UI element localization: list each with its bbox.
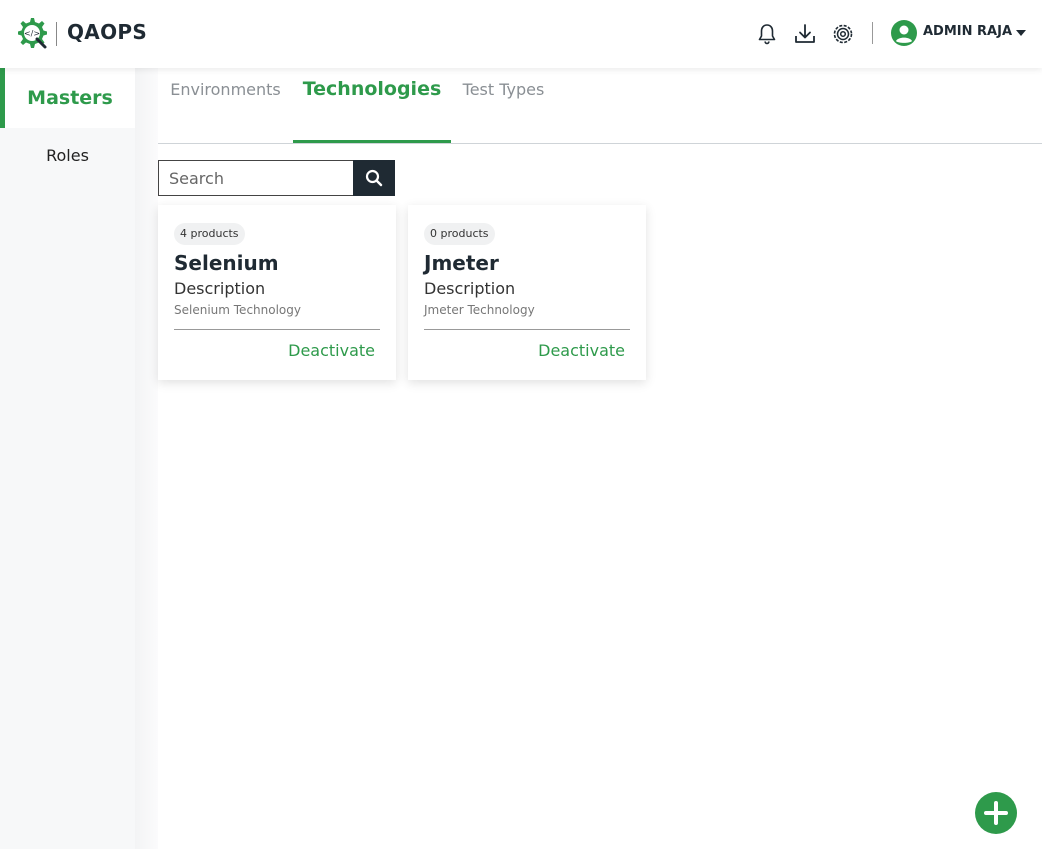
- card-title: Selenium: [174, 251, 279, 275]
- sidebar-shadow: [135, 68, 158, 849]
- user-circle-icon[interactable]: [891, 20, 917, 46]
- sidebar: [0, 68, 135, 849]
- svg-text:</>: </>: [24, 29, 40, 38]
- card-divider: [424, 329, 630, 330]
- sidebar-item-masters[interactable]: Masters: [0, 68, 135, 128]
- plus-icon: [984, 801, 1008, 825]
- chevron-down-icon[interactable]: [1016, 30, 1026, 36]
- sidebar-item-roles[interactable]: Roles: [0, 128, 135, 183]
- tab-label: Environments: [170, 80, 281, 99]
- card-title: Jmeter: [424, 251, 499, 275]
- search-icon: [365, 169, 383, 187]
- tab-technologies[interactable]: Technologies: [293, 68, 451, 143]
- tab-environments[interactable]: Environments: [158, 68, 293, 143]
- add-technology-button[interactable]: [975, 792, 1017, 834]
- sidebar-item-label: Masters: [27, 87, 113, 109]
- top-bar: </> QAOPS ADMIN RAJA: [0, 0, 1042, 68]
- deactivate-button[interactable]: Deactivate: [288, 341, 375, 360]
- bell-icon[interactable]: [755, 22, 779, 46]
- brand-name[interactable]: QAOPS: [67, 20, 147, 44]
- products-count-badge: 4 products: [174, 223, 245, 245]
- tab-label: Technologies: [302, 78, 442, 100]
- search-button[interactable]: [353, 160, 395, 196]
- toolbar-separator: [872, 22, 873, 44]
- card-description-label: Description: [174, 279, 266, 298]
- gear-code-icon[interactable]: </>: [14, 16, 48, 50]
- settings-gear-icon[interactable]: [831, 22, 855, 46]
- deactivate-button[interactable]: Deactivate: [538, 341, 625, 360]
- card-description-label: Description: [424, 279, 516, 298]
- products-count-badge: 0 products: [424, 223, 495, 245]
- tab-bar: Environments Technologies Test Types: [158, 68, 1042, 144]
- card-description: Selenium Technology: [174, 303, 301, 317]
- technology-card: 0 products Jmeter Description Jmeter Tec…: [408, 205, 646, 380]
- search-input[interactable]: [158, 160, 354, 196]
- sidebar-item-label: Roles: [46, 146, 89, 165]
- logo-divider: [56, 22, 57, 46]
- card-divider: [174, 329, 380, 330]
- technology-card: 4 products Selenium Description Selenium…: [158, 205, 396, 380]
- card-description: Jmeter Technology: [424, 303, 535, 317]
- user-name[interactable]: ADMIN RAJA: [923, 24, 1012, 39]
- download-icon[interactable]: [793, 22, 817, 46]
- tab-label: Test Types: [462, 80, 545, 99]
- tab-test-types[interactable]: Test Types: [451, 68, 556, 143]
